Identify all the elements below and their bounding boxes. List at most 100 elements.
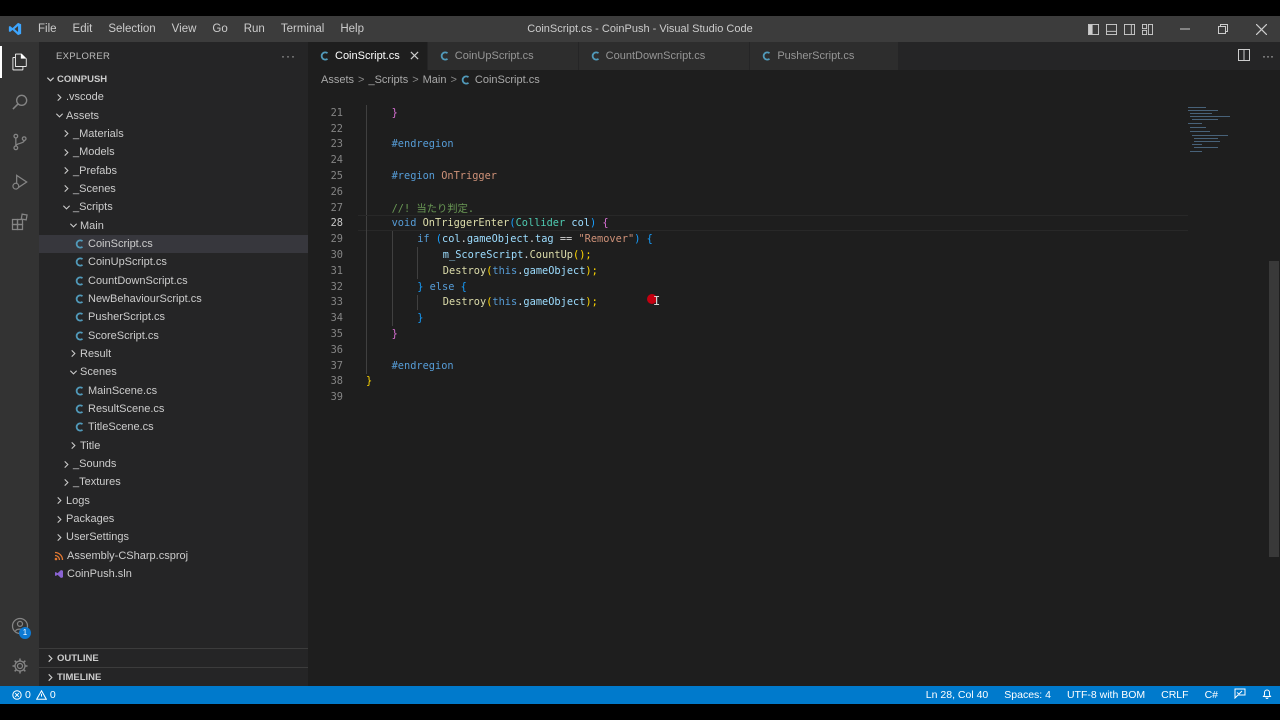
minimize-icon[interactable] xyxy=(1166,16,1204,42)
folder-item[interactable]: Result xyxy=(39,345,308,363)
folder-item[interactable]: Logs xyxy=(39,492,308,510)
code-line[interactable]: 35} xyxy=(308,326,1188,342)
outline-section[interactable]: OUTLINE xyxy=(39,648,308,667)
code-line[interactable]: 24 xyxy=(308,152,1188,168)
code-editor[interactable]: 21} 22 23 #endregion 24 25 #region OnTrigger 26… xyxy=(308,105,1280,686)
explorer-icon[interactable] xyxy=(0,42,39,82)
tab-pusherscript-cs[interactable]: PusherScript.cs xyxy=(750,42,900,70)
code-line[interactable]: 33 Destroy(this.gameObject); xyxy=(308,295,1188,311)
folder-item[interactable]: _Scenes xyxy=(39,180,308,198)
folder-item[interactable]: Main xyxy=(39,216,308,234)
file-item[interactable]: CoinPush.sln xyxy=(39,565,308,583)
folder-item[interactable]: UserSettings xyxy=(39,528,308,546)
file-item[interactable]: MainScene.cs xyxy=(39,382,308,400)
breadcrumb-item[interactable]: Main xyxy=(423,74,447,86)
folder-item[interactable]: _Textures xyxy=(39,473,308,491)
code-line[interactable]: 21} xyxy=(308,105,1188,121)
scrollbar-thumb[interactable] xyxy=(1269,261,1279,557)
close-tab-icon[interactable] xyxy=(410,49,419,63)
minimap[interactable] xyxy=(1186,105,1266,165)
tab-coinupscript-cs[interactable]: CoinUpScript.cs xyxy=(427,42,579,70)
folder-item[interactable]: _Sounds xyxy=(39,455,308,473)
tab-coinscript-cs[interactable]: CoinScript.cs xyxy=(308,42,428,70)
code-line[interactable]: 32} else { xyxy=(308,279,1188,295)
file-item[interactable]: TitleScene.cs xyxy=(39,418,308,436)
tab-countdownscript-cs[interactable]: CountDownScript.cs xyxy=(578,42,751,70)
accounts-icon[interactable]: 1 xyxy=(0,606,39,646)
end-of-line[interactable]: CRLF xyxy=(1153,689,1196,701)
more-editor-actions-icon[interactable]: ··· xyxy=(1256,49,1280,63)
more-actions-icon[interactable]: ··· xyxy=(281,49,296,63)
code-line[interactable]: 36 xyxy=(308,342,1188,358)
code-line[interactable]: 25 #region OnTrigger xyxy=(308,168,1188,184)
code-line[interactable]: 22 xyxy=(308,121,1188,137)
file-item[interactable]: NewBehaviourScript.cs xyxy=(39,290,308,308)
code-line[interactable]: 38} xyxy=(308,374,1188,390)
code-line[interactable]: 23 #endregion xyxy=(308,137,1188,153)
feedback-icon[interactable] xyxy=(1226,688,1254,702)
code-token: gameObject xyxy=(523,264,586,277)
breadcrumb-file[interactable]: CoinScript.cs xyxy=(475,74,540,86)
menu-edit[interactable]: Edit xyxy=(65,16,101,42)
code-line[interactable]: 28 void OnTriggerEnter(Collider col) { xyxy=(308,216,1188,232)
menu-file[interactable]: File xyxy=(30,16,65,42)
file-item[interactable]: CoinScript.cs xyxy=(39,234,308,254)
menu-terminal[interactable]: Terminal xyxy=(273,16,332,42)
code-text: } else { xyxy=(417,281,467,293)
code-line[interactable]: 37 #endregion xyxy=(308,358,1188,374)
menu-selection[interactable]: Selection xyxy=(100,16,163,42)
code-line[interactable]: 29 if (col.gameObject.tag == "Remover") { xyxy=(308,231,1188,247)
encoding[interactable]: UTF-8 with BOM xyxy=(1059,689,1153,701)
file-item[interactable]: PusherScript.cs xyxy=(39,308,308,326)
chevron-right-icon xyxy=(59,166,73,175)
vertical-scrollbar[interactable] xyxy=(1266,105,1280,686)
workspace-root[interactable]: COINPUSH xyxy=(39,70,308,88)
breadcrumb-item[interactable]: _Scripts xyxy=(368,74,408,86)
file-item[interactable]: CountDownScript.cs xyxy=(39,271,308,289)
code-line[interactable]: 39 xyxy=(308,389,1188,405)
language-mode[interactable]: C# xyxy=(1197,689,1226,701)
code-line[interactable]: 26 xyxy=(308,184,1188,200)
problems-status[interactable]: 0 0 xyxy=(0,689,56,701)
code-line[interactable]: 34} xyxy=(308,310,1188,326)
folder-item[interactable]: Title xyxy=(39,437,308,455)
menu-view[interactable]: View xyxy=(164,16,205,42)
folder-item[interactable]: Scenes xyxy=(39,363,308,381)
customize-layout-icon[interactable] xyxy=(1138,16,1156,42)
menu-go[interactable]: Go xyxy=(204,16,235,42)
indentation[interactable]: Spaces: 4 xyxy=(996,689,1059,701)
close-window-icon[interactable] xyxy=(1242,16,1280,42)
toggle-primary-sidebar-icon[interactable] xyxy=(1084,16,1102,42)
breadcrumb-item[interactable]: Assets xyxy=(321,74,354,86)
folder-item[interactable]: _Prefabs xyxy=(39,161,308,179)
source-control-icon[interactable] xyxy=(0,122,39,162)
toggle-secondary-sidebar-icon[interactable] xyxy=(1120,16,1138,42)
toggle-panel-icon[interactable] xyxy=(1102,16,1120,42)
search-icon[interactable] xyxy=(0,82,39,122)
file-item[interactable]: ResultScene.cs xyxy=(39,400,308,418)
notifications-bell-icon[interactable] xyxy=(1254,688,1280,702)
folder-item[interactable]: Assets xyxy=(39,106,308,124)
code-line[interactable]: 27 //! 当たり判定. xyxy=(308,200,1188,216)
file-item[interactable]: Assembly-CSharp.csproj xyxy=(39,547,308,565)
file-item[interactable]: ScoreScript.cs xyxy=(39,326,308,344)
run-debug-icon[interactable] xyxy=(0,162,39,202)
file-item[interactable]: CoinUpScript.cs xyxy=(39,253,308,271)
menu-help[interactable]: Help xyxy=(332,16,372,42)
gear-icon[interactable] xyxy=(0,646,39,686)
cursor-position[interactable]: Ln 28, Col 40 xyxy=(918,689,996,701)
extensions-icon[interactable] xyxy=(0,202,39,242)
menu-run[interactable]: Run xyxy=(236,16,273,42)
timeline-section[interactable]: TIMELINE xyxy=(39,667,308,686)
folder-item[interactable]: _Models xyxy=(39,143,308,161)
restore-icon[interactable] xyxy=(1204,16,1242,42)
folder-item[interactable]: _Scripts xyxy=(39,198,308,216)
folder-item[interactable]: Packages xyxy=(39,510,308,528)
csharp-file-icon xyxy=(762,51,772,61)
folder-item[interactable]: _Materials xyxy=(39,125,308,143)
split-editor-icon[interactable] xyxy=(1232,48,1256,64)
folder-item[interactable]: .vscode xyxy=(39,88,308,106)
code-line[interactable]: 31 Destroy(this.gameObject); xyxy=(308,263,1188,279)
indent-guide xyxy=(366,326,367,342)
code-line[interactable]: 30 m_ScoreScript.CountUp(); xyxy=(308,247,1188,263)
